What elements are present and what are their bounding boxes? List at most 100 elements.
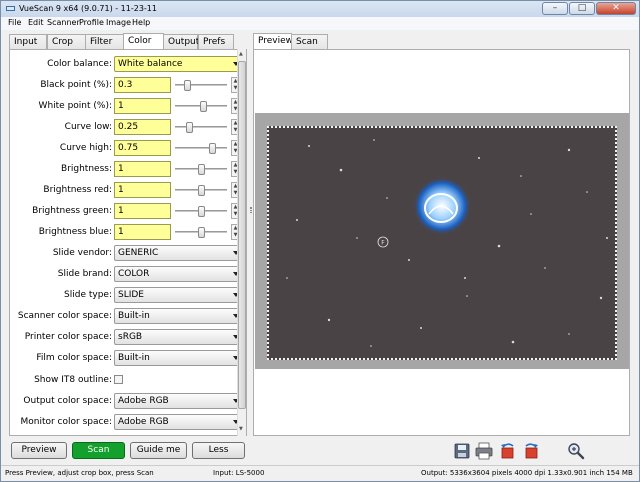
printer-color-space-row: Printer color space: sRGB <box>10 329 243 346</box>
brightness-slider[interactable] <box>175 164 227 175</box>
brightness-blue-row: Brightness blue: 1 ▲ ▼ <box>10 224 240 241</box>
black-point-slider[interactable] <box>175 80 227 91</box>
monitor-color-space-select[interactable]: Adobe RGB <box>114 414 243 430</box>
scroll-up-icon[interactable]: ▲ <box>239 51 243 57</box>
white-point-input[interactable]: 1 <box>114 98 171 114</box>
brightness-green-slider[interactable] <box>175 206 227 217</box>
brightness-green-input[interactable]: 1 <box>114 203 171 219</box>
settings-scrollbar[interactable]: ▲ ▼ <box>237 49 246 436</box>
minimize-button[interactable]: – <box>542 2 568 15</box>
slide-brand-label: Slide brand: <box>57 269 112 279</box>
film-color-space-value: Built-in <box>118 353 150 363</box>
curve-low-input[interactable]: 0.25 <box>114 119 171 135</box>
menu-file[interactable]: File <box>8 18 21 27</box>
save-icon[interactable] <box>453 442 471 460</box>
print-icon[interactable] <box>475 442 493 460</box>
brightness-red-slider[interactable] <box>175 185 227 196</box>
printer-color-space-select[interactable]: sRGB <box>114 329 243 345</box>
preview-tabs: Preview Scan <box>253 33 353 50</box>
slider-thumb[interactable] <box>208 143 216 154</box>
monitor-color-space-value: Adobe RGB <box>118 417 169 427</box>
scanner-color-space-value: Built-in <box>118 311 150 321</box>
title-bar: VueScan 9 x64 (9.0.71) - 11-23-11 – □ ✕ <box>1 1 639 17</box>
preview-button[interactable]: Preview <box>11 442 67 459</box>
scan-button[interactable]: Scan <box>72 442 125 459</box>
curve-low-slider[interactable] <box>175 122 227 133</box>
color-balance-value: White balance <box>118 59 183 69</box>
curve-high-input[interactable]: 0.75 <box>114 140 171 156</box>
slide-type-select[interactable]: SLIDE <box>114 287 243 303</box>
menu-edit[interactable]: Edit <box>28 18 44 27</box>
rotate-left-icon[interactable] <box>499 442 517 460</box>
film-color-space-select[interactable]: Built-in <box>114 350 243 366</box>
slide-vendor-value: GENERIC <box>118 248 159 258</box>
tab-preview[interactable]: Preview <box>253 33 293 50</box>
crop-box[interactable]: F <box>267 126 617 360</box>
status-bar: Press Preview, adjust crop box, press Sc… <box>1 465 639 481</box>
white-point-label: White point (%): <box>38 101 112 111</box>
brightness-input[interactable]: 1 <box>114 161 171 177</box>
brightness-green-row: Brightness green: 1 ▲ ▼ <box>10 203 240 220</box>
monitor-color-space-label: Monitor color space: <box>20 417 112 427</box>
film-color-space-label: Film color space: <box>36 353 112 363</box>
grip-icon <box>250 207 252 213</box>
slide-vendor-row: Slide vendor: GENERIC <box>10 245 243 262</box>
tab-scan[interactable]: Scan <box>291 34 328 50</box>
rotate-right-icon[interactable] <box>522 442 540 460</box>
output-color-space-value: Adobe RGB <box>118 396 169 406</box>
scanner-color-space-row: Scanner color space: Built-in <box>10 308 243 325</box>
brightness-row: Brightness: 1 ▲ ▼ <box>10 161 240 178</box>
tab-crop[interactable]: Crop <box>47 34 86 50</box>
curve-high-slider[interactable] <box>175 143 227 154</box>
menu-help[interactable]: Help <box>132 18 150 27</box>
slide-vendor-select[interactable]: GENERIC <box>114 245 243 261</box>
brightness-label: Brightness: <box>61 164 112 174</box>
menu-image[interactable]: Image <box>106 18 131 27</box>
slider-thumb[interactable] <box>197 227 205 238</box>
slider-thumb[interactable] <box>184 80 191 91</box>
brightness-red-input[interactable]: 1 <box>114 182 171 198</box>
menu-profile[interactable]: Profile <box>79 18 104 27</box>
zoom-icon[interactable] <box>567 442 585 460</box>
slider-thumb[interactable] <box>186 122 194 133</box>
maximize-button[interactable]: □ <box>569 2 595 15</box>
brightness-blue-slider[interactable] <box>175 227 227 238</box>
slide-brand-select[interactable]: COLOR <box>114 266 243 282</box>
black-point-input[interactable]: 0.3 <box>114 77 171 93</box>
menu-bar: File Edit Scanner Profile Image Help <box>1 17 639 30</box>
slider-thumb[interactable] <box>197 164 205 175</box>
printer-color-space-value: sRGB <box>118 332 143 342</box>
menu-scanner[interactable]: Scanner <box>47 18 80 27</box>
output-color-space-select[interactable]: Adobe RGB <box>114 393 243 409</box>
guide-me-button[interactable]: Guide me <box>130 442 187 459</box>
curve-high-row: Curve high: 0.75 ▲ ▼ <box>10 140 240 157</box>
scroll-down-icon[interactable]: ▼ <box>239 426 243 432</box>
tab-input[interactable]: Input <box>9 34 47 50</box>
film-color-space-row: Film color space: Built-in <box>10 350 243 367</box>
color-balance-select[interactable]: White balance <box>114 56 243 72</box>
brightness-blue-input[interactable]: 1 <box>114 224 171 240</box>
preview-area[interactable]: F <box>253 49 630 436</box>
scanner-color-space-label: Scanner color space: <box>17 311 112 321</box>
printer-color-space-label: Printer color space: <box>24 332 112 342</box>
app-icon <box>6 6 15 11</box>
tab-color[interactable]: Color <box>123 33 164 50</box>
slide-brand-value: COLOR <box>118 269 150 279</box>
curve-low-row: Curve low: 0.25 ▲ ▼ <box>10 119 240 136</box>
slide-type-label: Slide type: <box>64 290 112 300</box>
scrollbar-thumb[interactable] <box>238 61 246 409</box>
slide-type-row: Slide type: SLIDE <box>10 287 243 304</box>
less-button[interactable]: Less <box>192 442 245 459</box>
tab-prefs[interactable]: Prefs <box>198 34 234 50</box>
it8-checkbox[interactable] <box>114 375 123 384</box>
it8-row: Show IT8 outline: <box>10 372 238 389</box>
slider-thumb[interactable] <box>197 185 205 196</box>
close-button[interactable]: ✕ <box>596 2 636 15</box>
slider-thumb[interactable] <box>197 206 205 217</box>
white-point-slider[interactable] <box>175 101 227 112</box>
settings-tabs: Input Crop Filter Color Output Prefs <box>9 33 249 50</box>
tab-filter[interactable]: Filter <box>85 34 124 50</box>
tab-output[interactable]: Output <box>163 34 199 50</box>
slider-thumb[interactable] <box>199 101 207 112</box>
scanner-color-space-select[interactable]: Built-in <box>114 308 243 324</box>
